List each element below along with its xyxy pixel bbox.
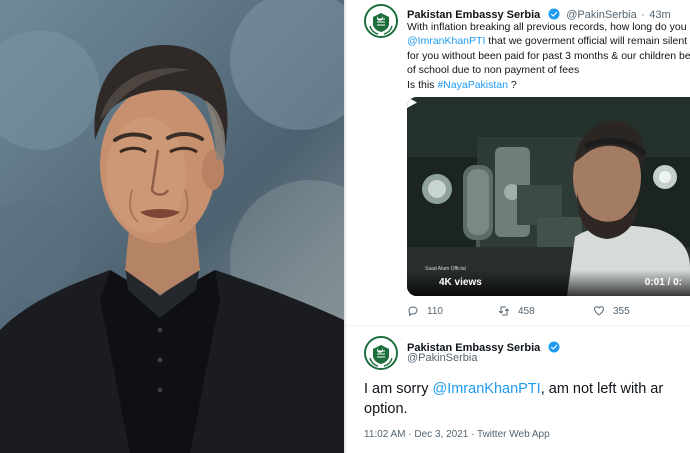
like-button[interactable]: 355 [593, 305, 630, 317]
reply-button[interactable]: 110 [407, 305, 443, 317]
view-count: 4K views [439, 277, 482, 288]
reply-icon [408, 306, 418, 316]
tweet1-text: With inflation breaking all previous rec… [407, 20, 690, 92]
text-span: ? [507, 78, 517, 91]
heart-icon [594, 306, 604, 316]
politician-photo [0, 0, 344, 453]
author-handle[interactable]: @PakinSerbia [407, 352, 477, 364]
reply-count: 110 [427, 305, 443, 317]
retweet-count: 458 [518, 305, 535, 317]
text-span: With inflation breaking all previous rec… [407, 21, 690, 33]
mention-link[interactable]: @ImranKhanPTI [407, 35, 485, 47]
tweet-actions: 110 458 355 [407, 305, 690, 321]
video-duration: 0:01 / 0: [644, 277, 682, 288]
tweet-separator [346, 325, 690, 326]
tweet-timestamp[interactable]: 11:02 AM · Dec 3, 2021 · Twitter Web App [364, 429, 550, 440]
tweet-line: of school due to non payment of fees [407, 63, 690, 77]
retweet-icon [499, 306, 509, 316]
hashtag-link[interactable]: #NayaPakistan [437, 79, 508, 91]
tweet-line: With inflation breaking all previous rec… [407, 20, 690, 34]
mention-link[interactable]: @ImranKhanPTI [432, 381, 540, 397]
verified-badge-icon [548, 8, 560, 20]
pakistan-emblem-icon [366, 6, 396, 36]
tweet2-text: I am sorry @ImranKhanPTI, am not left wi… [364, 379, 690, 419]
play-icon[interactable] [407, 97, 417, 108]
tweet-line: option. [364, 401, 408, 417]
avatar[interactable] [364, 336, 398, 370]
pakistan-emblem-icon [366, 338, 396, 368]
video-player[interactable]: Saad Alam Official 4K views 0:01 / 0: [407, 97, 690, 296]
avatar[interactable] [364, 4, 398, 38]
tweet-line: for you without been paid for past 3 mon… [407, 49, 690, 63]
tweet-line: Is this #NayaPakistan ? [407, 78, 690, 92]
like-count: 355 [613, 305, 630, 317]
tweet-line: @ImranKhanPTI that we goverment official… [407, 34, 690, 48]
verified-badge-icon [548, 341, 560, 353]
tweet-line: I am sorry @ImranKhanPTI, am not left wi… [364, 379, 690, 399]
text-span: I am sorry [364, 381, 433, 397]
text-span: , am not left with ar [540, 381, 664, 397]
text-span: for you without been paid for past 3 mon… [407, 49, 690, 62]
text-span: Is this [407, 78, 438, 91]
text-span: of school due to non payment of fees [407, 64, 580, 77]
tweet-panel: Pakistan Embassy Serbia @PakinSerbia · 4… [346, 0, 690, 453]
retweet-button[interactable]: 458 [498, 305, 535, 317]
text-span: that we goverment official will remain s… [485, 35, 690, 48]
